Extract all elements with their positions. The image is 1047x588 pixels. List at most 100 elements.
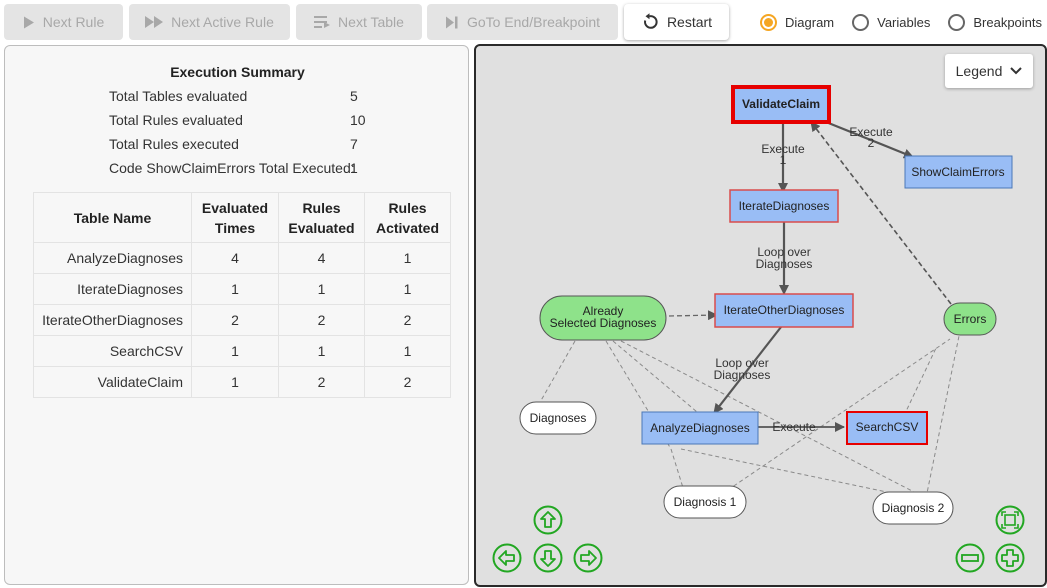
- zoom-out-button[interactable]: [955, 543, 985, 573]
- table-row: AnalyzeDiagnoses 4 4 1: [33, 242, 451, 274]
- restart-icon: [643, 13, 658, 29]
- radio-variables[interactable]: Variables: [852, 13, 931, 31]
- pan-left-button[interactable]: [492, 543, 522, 573]
- cell-rules-activated: 1: [364, 273, 451, 305]
- node-diagnosis-1[interactable]: Diagnosis 1: [663, 485, 747, 519]
- cell-rules-activated: 1: [364, 242, 451, 274]
- node-show-claim-errors[interactable]: ShowClaimErrors: [904, 155, 1013, 189]
- execution-summary-panel: Execution Summary Total Tables evaluated…: [4, 45, 469, 585]
- node-label: Diagnoses: [530, 411, 587, 425]
- edge-label: 1: [780, 153, 787, 167]
- cell-evaluated: 1: [191, 366, 279, 398]
- next-table-button[interactable]: Next Table: [296, 4, 422, 40]
- view-selector: Diagram Variables Breakpoints: [760, 12, 1047, 32]
- cell-table-name: AnalyzeDiagnoses: [33, 242, 192, 274]
- cell-evaluated: 1: [191, 273, 279, 305]
- toolbar: Next Rule Next Active Rule Next Table Go…: [0, 0, 1047, 42]
- pan-right-button[interactable]: [573, 543, 603, 573]
- node-label: Diagnosis 1: [674, 495, 737, 509]
- legend-dropdown[interactable]: Legend: [945, 54, 1033, 88]
- cell-table-name: SearchCSV: [33, 335, 192, 367]
- node-label: IterateOtherDiagnoses: [724, 303, 845, 317]
- radio-diagram[interactable]: Diagram: [760, 13, 834, 31]
- node-label: Errors: [954, 312, 987, 326]
- radio-variables-label: Variables: [877, 14, 931, 30]
- header-text: Rules: [302, 199, 341, 216]
- pan-up-button[interactable]: [533, 505, 563, 535]
- edge-already-selected: [668, 310, 718, 321]
- cell-rules-activated: 2: [364, 304, 451, 336]
- node-label: SearchCSV: [856, 420, 919, 434]
- edge-label: Diagnoses: [714, 368, 771, 382]
- node-iterate-diagnoses[interactable]: IterateDiagnoses: [729, 189, 839, 223]
- diagram-panel[interactable]: Execute 1 Execute 2 Loop over Diagnoses …: [474, 44, 1047, 587]
- col-header-evaluated-times: Evaluated Times: [191, 192, 279, 243]
- summary-value: 1: [350, 160, 358, 176]
- summary-label: Code ShowClaimErrors Total Executed:: [109, 160, 355, 176]
- node-already-selected-diagnoses[interactable]: Already Selected Diagnoses: [539, 295, 667, 341]
- node-analyze-diagnoses[interactable]: AnalyzeDiagnoses: [641, 411, 759, 445]
- restart-label: Restart: [666, 14, 713, 30]
- chevron-down-icon: [1010, 67, 1023, 75]
- zoom-in-button[interactable]: [995, 543, 1025, 573]
- skip-to-end-icon: [445, 16, 458, 28]
- radio-breakpoints[interactable]: Breakpoints: [948, 13, 1042, 31]
- table-row: ValidateClaim 1 2 2: [33, 366, 451, 398]
- table-row: IterateOtherDiagnoses 2 2 2: [33, 304, 451, 336]
- summary-value: 7: [350, 136, 358, 152]
- table-row: SearchCSV 1 1 1: [33, 335, 451, 367]
- next-rule-button[interactable]: Next Rule: [4, 4, 123, 40]
- summary-value: 5: [350, 88, 358, 104]
- cell-rules-evaluated: 2: [278, 366, 365, 398]
- cell-table-name: IterateDiagnoses: [33, 273, 192, 305]
- rules-table: Table Name Evaluated Times Rules Evaluated…: [33, 192, 451, 398]
- summary-value: 10: [350, 112, 366, 128]
- next-active-rule-label: Next Active Rule: [171, 14, 274, 30]
- table-row: IterateDiagnoses 1 1 1: [33, 273, 451, 305]
- summary-label: Total Rules evaluated: [109, 112, 243, 128]
- cell-rules-activated: 2: [364, 366, 451, 398]
- header-text: Evaluated: [288, 219, 355, 236]
- summary-label: Total Rules executed: [109, 136, 239, 152]
- goto-end-label: GoTo End/Breakpoint: [466, 14, 601, 30]
- node-errors[interactable]: Errors: [943, 302, 997, 336]
- next-table-label: Next Table: [338, 14, 404, 30]
- cell-evaluated: 1: [191, 335, 279, 367]
- fast-forward-icon: [145, 16, 164, 28]
- cell-rules-evaluated: 2: [278, 304, 365, 336]
- fit-view-button[interactable]: [995, 505, 1025, 535]
- node-validate-claim[interactable]: ValidateClaim: [731, 85, 831, 124]
- summary-title: Execution Summary: [170, 64, 305, 80]
- radio-selected-icon: [760, 13, 777, 31]
- cell-evaluated: 2: [191, 304, 279, 336]
- restart-button[interactable]: Restart: [624, 4, 729, 40]
- next-rule-label: Next Rule: [42, 14, 105, 30]
- cell-rules-evaluated: 1: [278, 273, 365, 305]
- pan-down-button[interactable]: [533, 543, 563, 573]
- node-diagnoses[interactable]: Diagnoses: [519, 401, 597, 435]
- node-label: ValidateClaim: [742, 97, 820, 111]
- col-header-table-name: Table Name: [33, 192, 192, 243]
- node-label: Selected Diagnoses: [550, 316, 657, 330]
- edge-label: Diagnoses: [756, 257, 813, 271]
- goto-end-button[interactable]: GoTo End/Breakpoint: [427, 4, 618, 40]
- col-header-rules-activated: Rules Activated: [364, 192, 451, 243]
- node-search-csv[interactable]: SearchCSV: [846, 411, 928, 445]
- next-active-rule-button[interactable]: Next Active Rule: [129, 4, 290, 40]
- cell-rules-evaluated: 1: [278, 335, 365, 367]
- cell-table-name: IterateOtherDiagnoses: [33, 304, 192, 336]
- node-iterate-other-diagnoses[interactable]: IterateOtherDiagnoses: [714, 293, 854, 328]
- edge-labels: Execute 1 Execute 2 Loop over Diagnoses …: [714, 125, 893, 434]
- cell-evaluated: 4: [191, 242, 279, 274]
- node-label: IterateDiagnoses: [739, 199, 830, 213]
- node-diagnosis-2[interactable]: Diagnosis 2: [872, 491, 954, 525]
- header-text: Rules: [388, 199, 427, 216]
- header-text: Evaluated: [201, 199, 269, 216]
- cell-rules-activated: 1: [364, 335, 451, 367]
- summary-label: Total Tables evaluated: [109, 88, 248, 104]
- edge-label: 2: [868, 136, 875, 150]
- radio-unselected-icon: [948, 13, 966, 31]
- header-text: Activated: [375, 219, 440, 236]
- header-text: Times: [214, 219, 256, 236]
- cell-rules-evaluated: 4: [278, 242, 365, 274]
